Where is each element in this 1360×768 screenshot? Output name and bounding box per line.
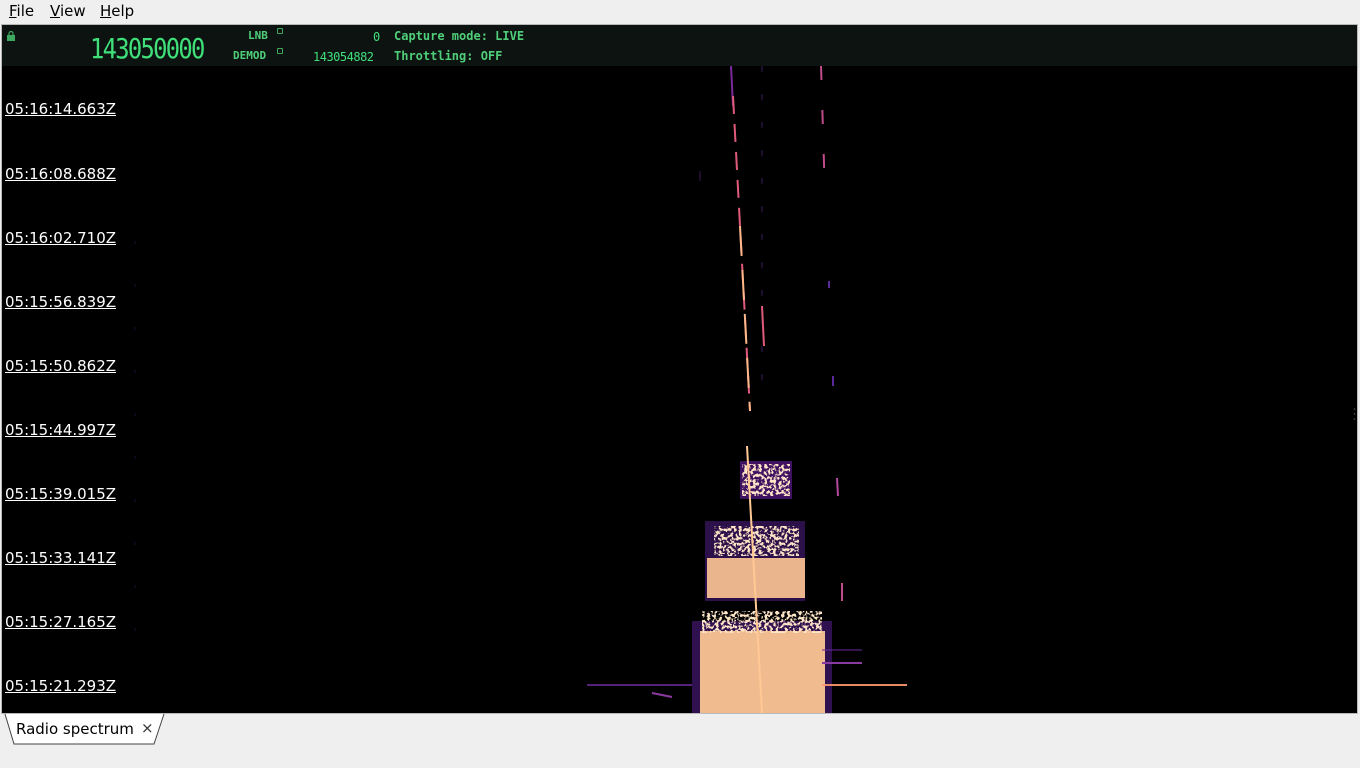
timestamp-label[interactable]: 05:15:56.839Z xyxy=(5,293,116,311)
tab-bar: Radio spectrum × xyxy=(0,714,1360,768)
menu-view[interactable]: View xyxy=(50,2,86,20)
lnb-label: LNB xyxy=(248,29,268,42)
throttling-status: Throttling: OFF xyxy=(394,49,503,63)
timestamp-label[interactable]: 05:15:39.015Z xyxy=(5,485,116,503)
resize-grip-icon[interactable] xyxy=(1353,406,1356,422)
tab-radio-spectrum[interactable]: Radio spectrum × xyxy=(4,714,165,745)
menu-bar: File View Help xyxy=(0,0,1360,22)
menu-file[interactable]: File xyxy=(9,2,34,20)
timestamp-label[interactable]: 05:15:27.165Z xyxy=(5,613,116,631)
lnb-lock-icon[interactable] xyxy=(277,28,283,34)
demod-lock-icon[interactable] xyxy=(277,48,283,54)
timestamp-label[interactable]: 05:16:08.688Z xyxy=(5,165,116,183)
capture-mode-status: Capture mode: LIVE xyxy=(394,29,525,43)
spectrum-window: 143050000 LNB 0 DEMOD 143054882 Capture … xyxy=(1,24,1358,714)
frequency-header: 143050000 LNB 0 DEMOD 143054882 Capture … xyxy=(2,25,1357,66)
timestamp-label[interactable]: 05:15:33.141Z xyxy=(5,549,116,567)
waterfall-canvas xyxy=(134,66,907,713)
timestamp-label[interactable]: 05:16:02.710Z xyxy=(5,229,116,247)
demod-label: DEMOD xyxy=(233,49,267,62)
close-icon[interactable]: × xyxy=(141,719,154,737)
padlock-icon[interactable] xyxy=(6,31,16,41)
demod-frequency[interactable]: 143054882 xyxy=(313,50,374,64)
waterfall-display[interactable]: 05:16:14.663Z 05:16:08.688Z 05:16:02.710… xyxy=(2,66,1357,713)
tab-label: Radio spectrum xyxy=(16,720,134,738)
timestamp-label[interactable]: 05:15:44.997Z xyxy=(5,421,116,439)
lnb-value[interactable]: 0 xyxy=(373,30,380,44)
main-frequency-display[interactable]: 143050000 xyxy=(90,32,205,65)
timestamp-label[interactable]: 05:16:14.663Z xyxy=(5,100,116,118)
menu-help[interactable]: Help xyxy=(100,2,134,20)
timestamp-label[interactable]: 05:15:50.862Z xyxy=(5,357,116,375)
signal-burst xyxy=(692,445,832,713)
timestamp-label[interactable]: 05:15:21.293Z xyxy=(5,677,116,695)
